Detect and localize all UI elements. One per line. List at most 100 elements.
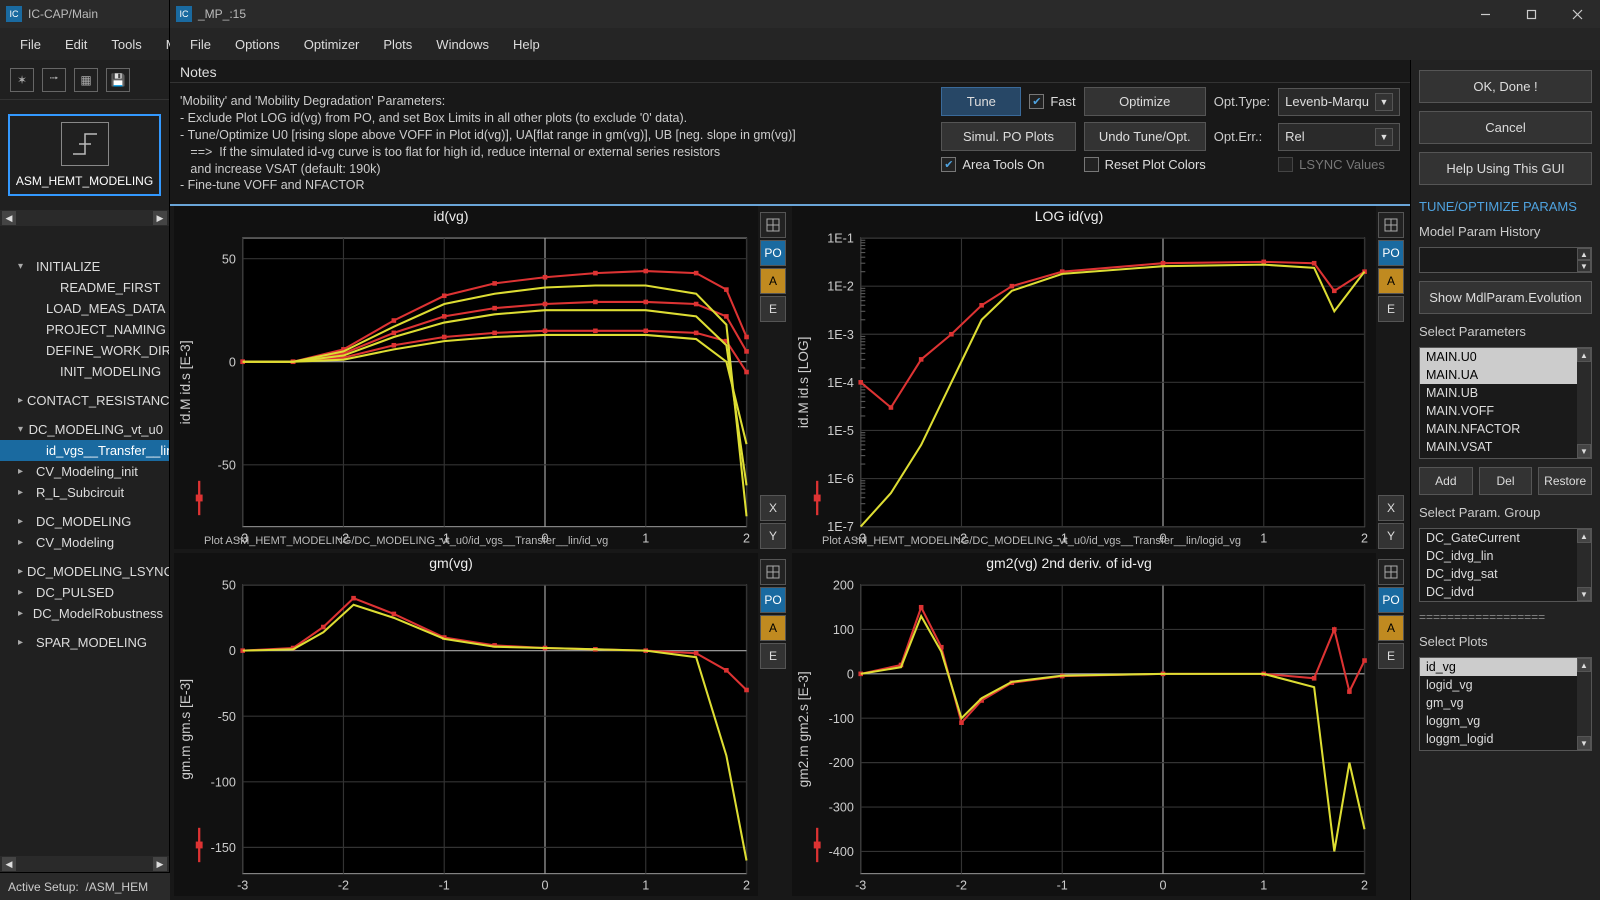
toolbar-open-icon[interactable]: ⭬ — [42, 68, 66, 92]
plot-canvas[interactable]: -3-2-10121E-71E-61E-51E-41E-31E-21E-1id.… — [792, 206, 1376, 549]
list-item[interactable]: DC_GateCurrent — [1420, 529, 1591, 547]
list-item[interactable]: gm_vg — [1420, 694, 1591, 712]
menu-file[interactable]: File — [180, 33, 221, 56]
toolbar-grid-icon[interactable]: ▦ — [74, 68, 98, 92]
tree-item[interactable]: ▸DC_MODELING — [0, 511, 169, 532]
tree-item[interactable]: id_vgs__Transfer__lin — [0, 440, 169, 461]
plot-canvas[interactable]: -3-2-1012-150-100-50050gm.m gm.s [E-3]gm… — [174, 553, 758, 896]
plot-canvas[interactable]: -3-2-1012-50050id.M id.s [E-3]vg [E+0]id… — [174, 206, 758, 549]
list-item[interactable]: loggm_vg — [1420, 712, 1591, 730]
plot-a-button[interactable]: A — [760, 615, 786, 641]
tree-item[interactable]: ▸DC_ModelRobustness — [0, 603, 169, 624]
scroll-down-icon[interactable]: ▼ — [1577, 736, 1591, 750]
list-item[interactable]: loggm_logid — [1420, 730, 1591, 748]
plot-po-button[interactable]: PO — [760, 587, 786, 613]
plot-y-button[interactable]: Y — [1378, 523, 1404, 549]
opt-type-select[interactable]: Levenb-Marqu▼ — [1278, 88, 1400, 116]
toolbar-save-icon[interactable]: 💾 — [106, 68, 130, 92]
list-item[interactable]: MAIN.VOFF — [1420, 402, 1591, 420]
list-item[interactable]: MAIN.VSAT — [1420, 438, 1591, 456]
plot-x-button[interactable]: X — [1378, 495, 1404, 521]
optimize-button[interactable]: Optimize — [1084, 87, 1206, 116]
navigation-tree[interactable]: ▾INITIALIZEREADME_FIRSTLOAD_MEAS_DATAPRO… — [0, 256, 169, 653]
list-item[interactable]: DC_idvd — [1420, 583, 1591, 601]
tree-item[interactable]: PROJECT_NAMING — [0, 319, 169, 340]
tree-item[interactable]: ▸CV_Modeling — [0, 532, 169, 553]
scroll-up-icon[interactable]: ▲ — [1577, 529, 1591, 543]
fast-checkbox[interactable]: ✔Fast — [1029, 94, 1075, 109]
list-item[interactable]: id_vg — [1420, 658, 1591, 676]
menu-help[interactable]: Help — [503, 33, 550, 56]
scroll-up-icon[interactable]: ▲ — [1577, 658, 1591, 672]
tree-item[interactable]: ▾INITIALIZE — [0, 256, 169, 277]
menu-plots[interactable]: Plots — [373, 33, 422, 56]
plot-y-button[interactable]: Y — [760, 523, 786, 549]
list-item[interactable]: MAIN.UA — [1420, 366, 1591, 384]
groups-listbox[interactable]: DC_GateCurrentDC_idvg_linDC_idvg_satDC_i… — [1419, 528, 1592, 602]
del-button[interactable]: Del — [1479, 467, 1533, 495]
menu-tools[interactable]: Tools — [101, 33, 151, 56]
scroll-left-icon[interactable]: ◀ — [2, 857, 16, 871]
menu-edit[interactable]: Edit — [55, 33, 97, 56]
scroll-up-icon[interactable]: ▲ — [1577, 348, 1591, 362]
model-card[interactable]: ASM_HEMT_MODELING — [8, 114, 161, 196]
help-gui-button[interactable]: Help Using This GUI — [1419, 152, 1592, 185]
plot-a-button[interactable]: A — [1378, 615, 1404, 641]
params-listbox[interactable]: MAIN.U0MAIN.UAMAIN.UBMAIN.VOFFMAIN.NFACT… — [1419, 347, 1592, 459]
cancel-button[interactable]: Cancel — [1419, 111, 1592, 144]
plot-po-button[interactable]: PO — [760, 240, 786, 266]
sub-titlebar[interactable]: IC _MP_:15 — [170, 0, 1600, 28]
list-item[interactable]: DC_idvg_lin — [1420, 547, 1591, 565]
menu-windows[interactable]: Windows — [426, 33, 499, 56]
tree-item[interactable]: README_FIRST — [0, 277, 169, 298]
plot-e-button[interactable]: E — [1378, 643, 1404, 669]
tree-item[interactable]: ▸CONTACT_RESISTANCE — [0, 390, 169, 411]
plot-maximize-icon[interactable] — [760, 212, 786, 238]
tree-item[interactable]: ▸R_L_Subcircuit — [0, 482, 169, 503]
maximize-button[interactable] — [1508, 0, 1554, 28]
spin-up-icon[interactable]: ▲ — [1577, 248, 1591, 260]
menu-optimizer[interactable]: Optimizer — [294, 33, 370, 56]
add-button[interactable]: Add — [1419, 467, 1473, 495]
tree-item[interactable]: ▸DC_MODELING_LSYNC — [0, 561, 169, 582]
plot-x-button[interactable]: X — [760, 495, 786, 521]
plot-e-button[interactable]: E — [1378, 296, 1404, 322]
undo-tune-button[interactable]: Undo Tune/Opt. — [1084, 122, 1206, 151]
scroll-down-icon[interactable]: ▼ — [1577, 587, 1591, 601]
plots-listbox[interactable]: id_vglogid_vggm_vgloggm_vgloggm_logid▲▼ — [1419, 657, 1592, 751]
scroll-right-icon[interactable]: ▶ — [153, 211, 167, 225]
tree-item[interactable]: ▸SPAR_MODELING — [0, 632, 169, 653]
tree-scrollbar[interactable]: ◀ ▶ — [0, 856, 169, 872]
simul-po-button[interactable]: Simul. PO Plots — [941, 122, 1075, 151]
tree-item[interactable]: INIT_MODELING — [0, 361, 169, 382]
list-item[interactable]: MAIN.U0 — [1420, 348, 1591, 366]
plot-a-button[interactable]: A — [1378, 268, 1404, 294]
menu-options[interactable]: Options — [225, 33, 290, 56]
toolbar-wand-icon[interactable]: ✶ — [10, 68, 34, 92]
menu-file[interactable]: File — [10, 33, 51, 56]
minimize-button[interactable] — [1462, 0, 1508, 28]
plot-maximize-icon[interactable] — [1378, 212, 1404, 238]
list-item[interactable]: MAIN.UB — [1420, 384, 1591, 402]
scroll-right-icon[interactable]: ▶ — [153, 857, 167, 871]
plot-po-button[interactable]: PO — [1378, 587, 1404, 613]
plot-canvas[interactable]: -3-2-1012-400-300-200-1000100200gm2.m gm… — [792, 553, 1376, 896]
close-button[interactable] — [1554, 0, 1600, 28]
restore-button[interactable]: Restore — [1538, 467, 1592, 495]
reset-colors-checkbox[interactable]: Reset Plot Colors — [1084, 157, 1206, 172]
plot-maximize-icon[interactable] — [760, 559, 786, 585]
scroll-down-icon[interactable]: ▼ — [1577, 444, 1591, 458]
tree-item[interactable]: ▸CV_Modeling_init — [0, 461, 169, 482]
plot-a-button[interactable]: A — [760, 268, 786, 294]
model-scrollbar[interactable]: ◀ ▶ — [0, 210, 169, 226]
history-input[interactable]: ▲▼ — [1419, 247, 1592, 273]
spin-down-icon[interactable]: ▼ — [1577, 260, 1591, 272]
scroll-left-icon[interactable]: ◀ — [2, 211, 16, 225]
tree-item[interactable]: LOAD_MEAS_DATA — [0, 298, 169, 319]
plot-maximize-icon[interactable] — [1378, 559, 1404, 585]
plot-e-button[interactable]: E — [760, 643, 786, 669]
tune-button[interactable]: Tune — [941, 87, 1021, 116]
tree-item[interactable]: DEFINE_WORK_DIR — [0, 340, 169, 361]
plot-po-button[interactable]: PO — [1378, 240, 1404, 266]
tree-item[interactable]: ▾DC_MODELING_vt_u0 — [0, 419, 169, 440]
